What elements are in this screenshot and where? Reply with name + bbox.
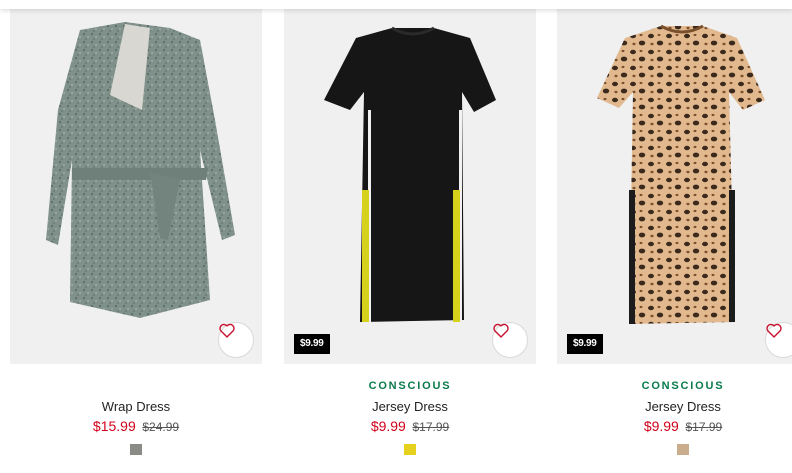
price-badge: $9.99	[567, 334, 603, 354]
product-image[interactable]: $9.99	[284, 0, 536, 364]
original-price: $17.99	[412, 420, 450, 434]
leopard-jersey-dress-image	[597, 24, 765, 324]
color-swatch[interactable]	[130, 444, 142, 455]
original-price: $24.99	[142, 420, 180, 434]
sale-price: $9.99	[370, 418, 406, 434]
conscious-tag: CONSCIOUS	[368, 380, 452, 392]
product-card-jersey-dress-black[interactable]: $9.99 CONSCIOUS Jersey Dress $9.99 $17.9…	[284, 0, 536, 473]
heart-outline-icon	[219, 323, 235, 338]
product-image[interactable]: $9.99	[557, 0, 792, 364]
product-name[interactable]: Wrap Dress	[10, 399, 262, 414]
black-jersey-dress-image	[324, 26, 496, 322]
favorite-button[interactable]	[492, 322, 528, 358]
product-name[interactable]: Jersey Dress	[557, 399, 792, 414]
product-image[interactable]	[10, 0, 262, 364]
heart-outline-icon	[493, 323, 509, 338]
product-card-wrap-dress[interactable]: Wrap Dress $15.99 $24.99	[10, 0, 262, 473]
price-line: $15.99 $24.99	[10, 418, 262, 434]
sale-price: $15.99	[92, 418, 136, 434]
conscious-tag: CONSCIOUS	[641, 380, 725, 392]
favorite-button[interactable]	[218, 322, 254, 358]
top-bar	[0, 0, 792, 9]
heart-outline-icon	[766, 323, 782, 338]
original-price: $17.99	[685, 420, 723, 434]
product-card-jersey-dress-leopard[interactable]: $9.99 CONSCIOUS Jersey Dress $9.99 $17.9…	[557, 0, 792, 473]
price-line: $9.99 $17.99	[284, 418, 536, 434]
wrap-dress-image	[46, 22, 235, 318]
product-name[interactable]: Jersey Dress	[284, 399, 536, 414]
price-badge: $9.99	[294, 334, 330, 354]
color-swatch[interactable]	[677, 444, 689, 455]
sale-price: $9.99	[643, 418, 679, 434]
color-swatch[interactable]	[404, 444, 416, 455]
price-line: $9.99 $17.99	[557, 418, 792, 434]
